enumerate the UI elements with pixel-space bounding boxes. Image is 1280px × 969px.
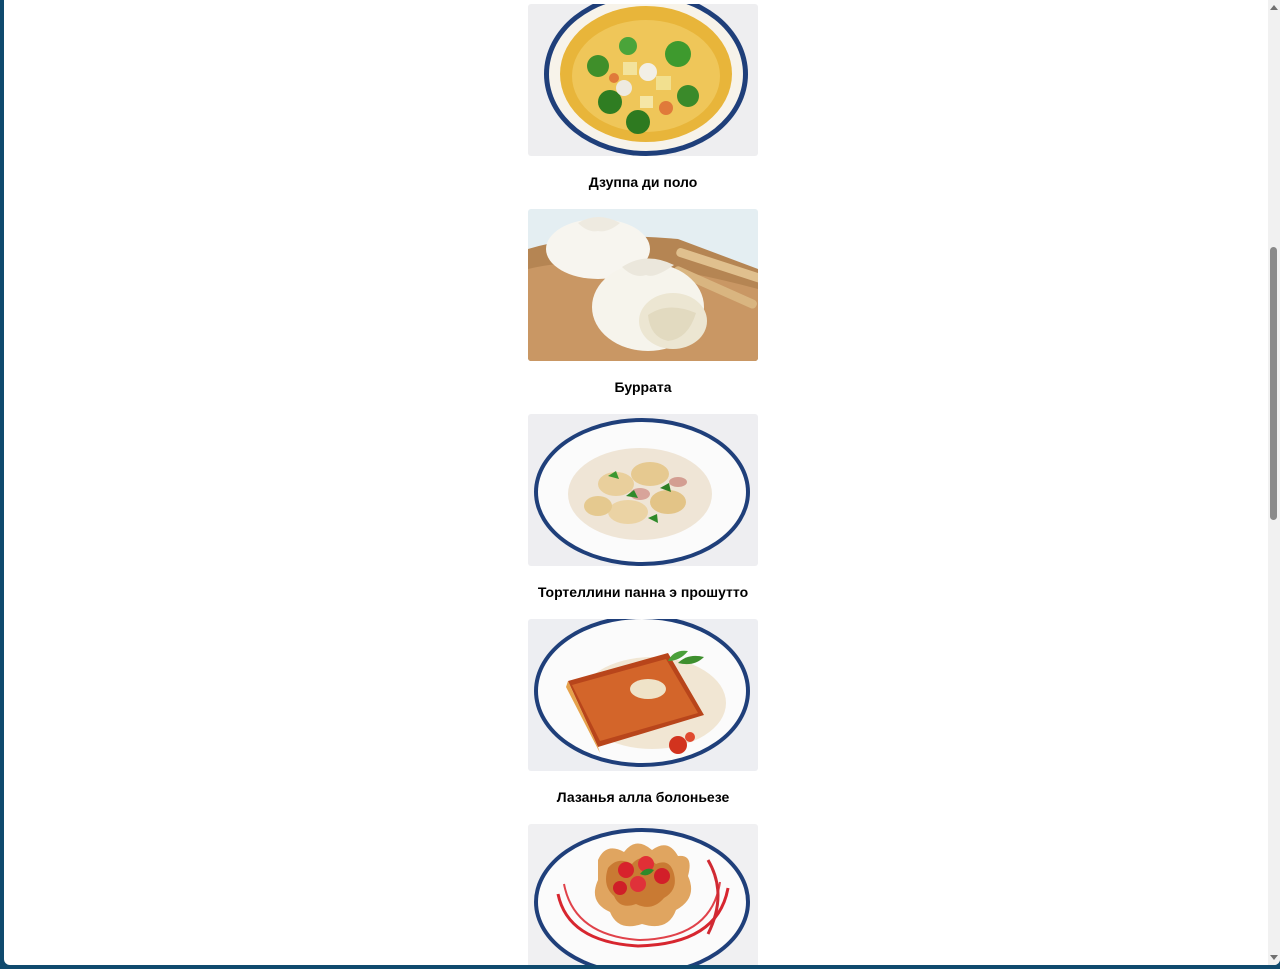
dish-card-lasagna[interactable]: Лазанья алла болоньезе [528, 619, 758, 824]
dish-card-dessert[interactable] [528, 824, 758, 965]
strawberry-dessert-photo[interactable] [528, 824, 758, 965]
dish-name[interactable]: Тортеллини панна э прошутто [528, 566, 758, 619]
dish-card-soup[interactable]: Дзуппа ди поло [528, 4, 758, 209]
tortellini-plate-photo[interactable] [528, 414, 758, 566]
scroll-thumb[interactable] [1270, 247, 1277, 520]
vertical-scrollbar[interactable] [1268, 0, 1280, 965]
dish-name[interactable]: Лазанья алла болоньезе [528, 771, 758, 824]
burrata-cheese-photo[interactable] [528, 209, 758, 361]
scroll-up-arrow-icon[interactable] [1268, 0, 1280, 14]
browser-page: Дзуппа ди поло Буррата Тортеллини панна … [4, 0, 1280, 965]
dish-name[interactable]: Дзуппа ди поло [528, 156, 758, 209]
chicken-vegetable-soup-photo[interactable] [528, 4, 758, 156]
scroll-down-arrow-icon[interactable] [1268, 951, 1280, 965]
lasagna-plate-photo[interactable] [528, 619, 758, 771]
menu-list: Дзуппа ди поло Буррата Тортеллини панна … [528, 4, 758, 965]
dish-card-tortellini[interactable]: Тортеллини панна э прошутто [528, 414, 758, 619]
dish-card-burrata[interactable]: Буррата [528, 209, 758, 414]
dish-name[interactable]: Буррата [528, 361, 758, 414]
